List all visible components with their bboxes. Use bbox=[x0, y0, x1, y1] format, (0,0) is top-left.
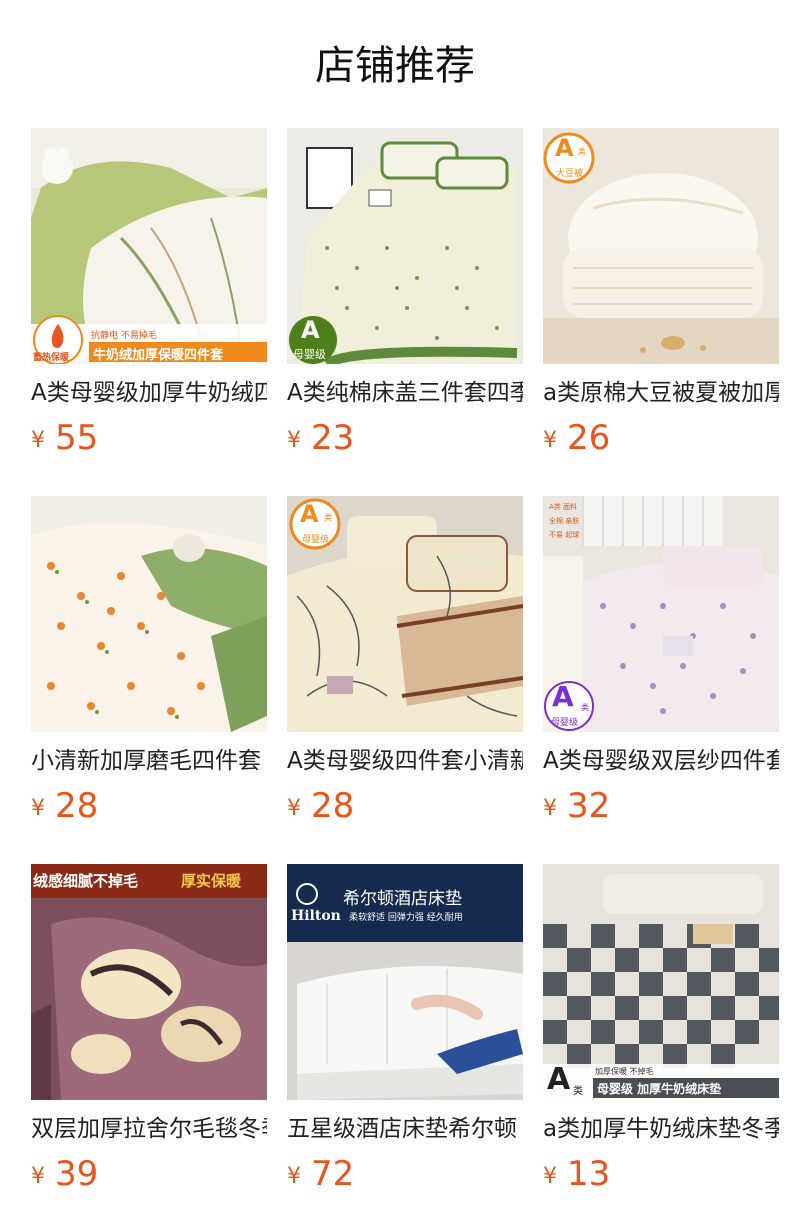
product-image[interactable]: A 类 母婴级 bbox=[287, 496, 523, 732]
product-price: ¥23 bbox=[287, 418, 523, 461]
badge-class: 类 bbox=[573, 1086, 583, 1097]
currency-symbol: ¥ bbox=[543, 796, 557, 821]
product-name[interactable]: A类母婴级双层纱四件套 bbox=[543, 746, 779, 776]
product-image[interactable]: A 类 大豆被 bbox=[543, 128, 779, 364]
price-value: 72 bbox=[311, 1154, 355, 1194]
product-price: ¥28 bbox=[31, 786, 267, 829]
badge-cotton: 全棉 亲肤 bbox=[549, 517, 580, 525]
badge-a-letter: A bbox=[555, 134, 574, 162]
badge-fabric: A类 面料 bbox=[549, 503, 578, 511]
currency-symbol: ¥ bbox=[287, 428, 301, 453]
product-image[interactable]: A 类 加厚保暖 不掉毛 母婴级 加厚牛奶绒床垫 bbox=[543, 864, 779, 1100]
product-price: ¥28 bbox=[287, 786, 523, 829]
product-image[interactable]: A 母婴级 bbox=[287, 128, 523, 364]
currency-symbol: ¥ bbox=[31, 796, 45, 821]
currency-symbol: ¥ bbox=[543, 428, 557, 453]
badge-grade: 母婴级 bbox=[551, 718, 579, 728]
badge-banner: 母婴级 加厚牛奶绒床垫 bbox=[597, 1082, 722, 1096]
price-value: 55 bbox=[55, 418, 99, 458]
product-card[interactable]: 希尔顿酒店床垫 Hilton 柔软舒适 回弹力强 经久耐用 五星级酒店床垫希尔顿… bbox=[287, 864, 523, 1197]
price-value: 28 bbox=[311, 786, 355, 826]
product-name[interactable]: 小清新加厚磨毛四件套 bbox=[31, 746, 267, 776]
currency-symbol: ¥ bbox=[31, 428, 45, 453]
badge-features: 柔软舒适 回弹力强 经久耐用 bbox=[349, 913, 463, 923]
product-card[interactable]: A 类 母婴级 A类母婴级四件套小清新 ¥28 bbox=[287, 496, 523, 829]
badge-a-letter: A bbox=[547, 1062, 571, 1097]
badge-hotel-mattress: 希尔顿酒店床垫 bbox=[343, 889, 462, 909]
badge-warm-no-shed: 加厚保暖 不掉毛 bbox=[595, 1067, 654, 1076]
product-price: ¥32 bbox=[543, 786, 779, 829]
badge-thick-warm: 厚实保暖 bbox=[181, 872, 242, 890]
hilton-logo: Hilton bbox=[291, 908, 341, 924]
currency-symbol: ¥ bbox=[31, 1164, 45, 1189]
currency-symbol: ¥ bbox=[543, 1164, 557, 1189]
price-value: 39 bbox=[55, 1154, 99, 1194]
price-value: 13 bbox=[567, 1154, 611, 1194]
price-value: 32 bbox=[567, 786, 611, 826]
currency-symbol: ¥ bbox=[287, 796, 301, 821]
product-card[interactable]: A 母婴级 A类纯棉床盖三件套四季 ¥23 bbox=[287, 128, 523, 461]
product-price: ¥72 bbox=[287, 1154, 523, 1197]
page-title: 店铺推荐 bbox=[315, 43, 475, 89]
product-price: ¥39 bbox=[31, 1154, 267, 1197]
product-image[interactable]: A类 面料 全棉 亲肤 不易 起球 A 类 母婴级 bbox=[543, 496, 779, 732]
badge-class: 类 bbox=[578, 147, 586, 156]
badge-a-letter: A bbox=[300, 500, 319, 528]
badge-banner: 牛奶绒加厚保暖四件套 bbox=[93, 348, 224, 363]
price-value: 28 bbox=[55, 786, 99, 826]
product-price: ¥13 bbox=[543, 1154, 779, 1197]
product-name[interactable]: a类加厚牛奶绒床垫冬季 bbox=[543, 1114, 779, 1144]
product-card[interactable]: 小清新加厚磨毛四件套 ¥28 bbox=[31, 496, 267, 829]
product-name[interactable]: a类原棉大豆被夏被加厚 bbox=[543, 378, 779, 408]
badge-grade: 母婴级 bbox=[302, 535, 330, 545]
price-value: 23 bbox=[311, 418, 355, 458]
product-card[interactable]: 蓄热保暖 抗静电 不易掉毛 牛奶绒加厚保暖四件套 A类母婴级加厚牛奶绒四件套 ¥… bbox=[31, 128, 267, 461]
badge-class: 类 bbox=[581, 703, 589, 712]
price-value: 26 bbox=[567, 418, 611, 458]
badge-warmth: 蓄热保暖 bbox=[33, 353, 70, 363]
product-name[interactable]: A类母婴级四件套小清新 bbox=[287, 746, 523, 776]
badge-soy-quilt: 大豆被 bbox=[556, 169, 584, 179]
product-image[interactable] bbox=[31, 496, 267, 732]
product-name[interactable]: 双层加厚拉舍尔毛毯冬季 bbox=[31, 1114, 267, 1144]
badge-soft-no-shed: 绒感细腻不掉毛 bbox=[33, 872, 139, 890]
product-card[interactable]: A类 面料 全棉 亲肤 不易 起球 A 类 母婴级 A类母婴级双层纱四件套 ¥3… bbox=[543, 496, 779, 829]
badge-class: 类 bbox=[324, 513, 332, 522]
product-card[interactable]: A 类 大豆被 a类原棉大豆被夏被加厚 ¥26 bbox=[543, 128, 779, 461]
product-card[interactable]: 绒感细腻不掉毛 厚实保暖 双层加厚拉舍尔毛毯冬季 ¥39 bbox=[31, 864, 267, 1197]
product-price: ¥26 bbox=[543, 418, 779, 461]
badge-a-letter: A bbox=[552, 680, 574, 713]
badge-antistatic: 抗静电 不易掉毛 bbox=[91, 331, 157, 341]
product-image[interactable]: 蓄热保暖 抗静电 不易掉毛 牛奶绒加厚保暖四件套 bbox=[31, 128, 267, 364]
product-name[interactable]: 五星级酒店床垫希尔顿 bbox=[287, 1114, 523, 1144]
product-price: ¥55 bbox=[31, 418, 267, 461]
badge-a-letter: A bbox=[301, 316, 320, 344]
currency-symbol: ¥ bbox=[287, 1164, 301, 1189]
product-image[interactable]: 希尔顿酒店床垫 Hilton 柔软舒适 回弹力强 经久耐用 bbox=[287, 864, 523, 1100]
product-name[interactable]: A类母婴级加厚牛奶绒四件套 bbox=[31, 378, 267, 408]
product-image[interactable]: 绒感细腻不掉毛 厚实保暖 bbox=[31, 864, 267, 1100]
product-name[interactable]: A类纯棉床盖三件套四季 bbox=[287, 378, 523, 408]
badge-pilling: 不易 起球 bbox=[549, 531, 580, 539]
badge-grade: 母婴级 bbox=[293, 348, 326, 361]
product-card[interactable]: A 类 加厚保暖 不掉毛 母婴级 加厚牛奶绒床垫 a类加厚牛奶绒床垫冬季 ¥13 bbox=[543, 864, 779, 1197]
